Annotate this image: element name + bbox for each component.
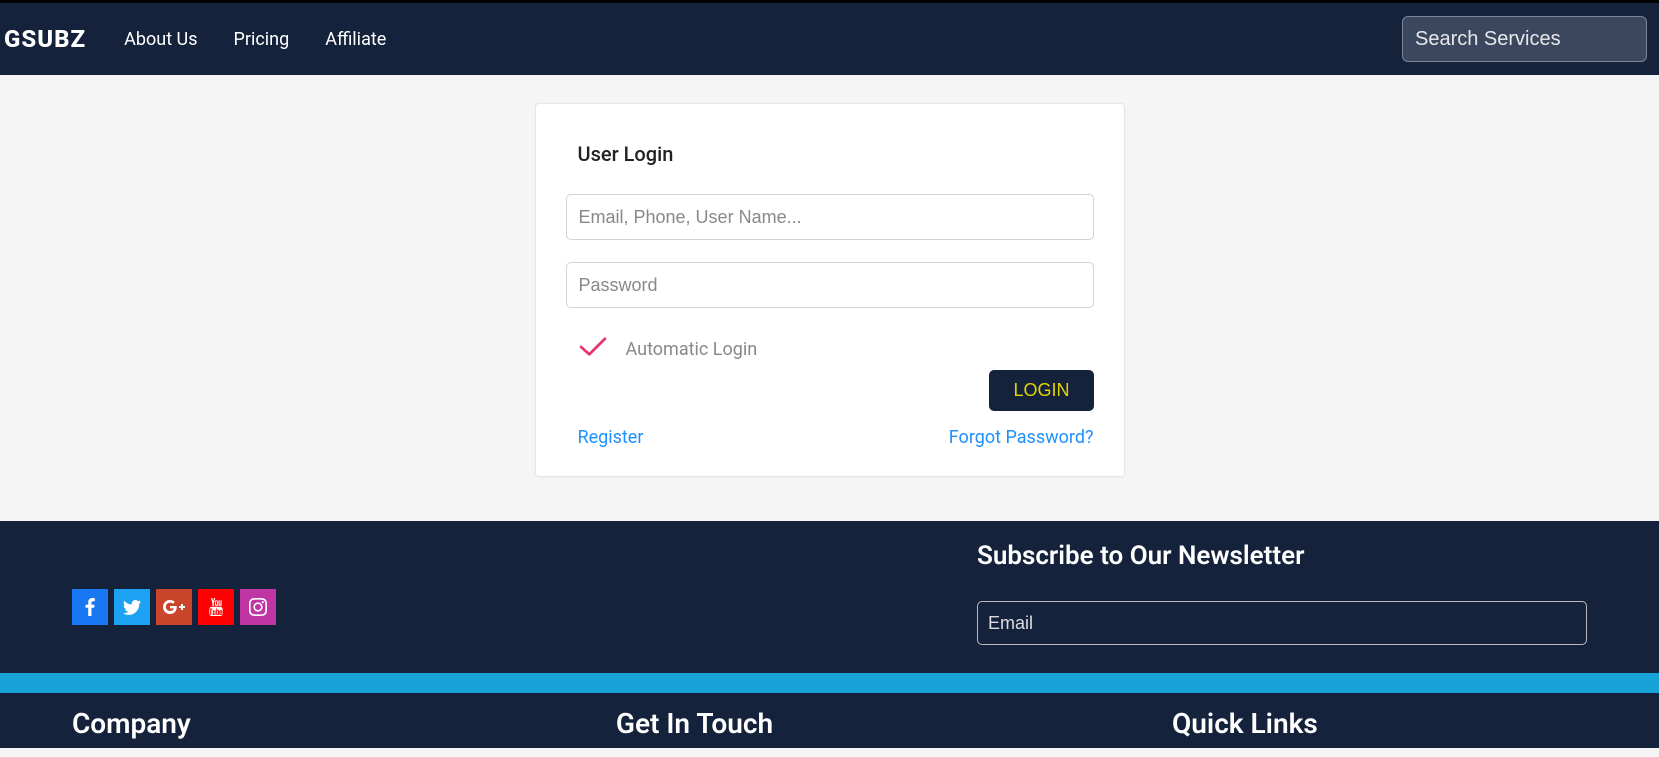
login-title: User Login (578, 142, 1094, 166)
footer-bottom: Company Get In Touch Quick Links (0, 693, 1659, 748)
footer-col-company: Company (72, 707, 487, 740)
login-button[interactable]: LOGIN (989, 370, 1093, 411)
footer-col-quick: Quick Links (902, 707, 1587, 740)
footer-col-touch: Get In Touch (487, 707, 902, 740)
nav-link-about[interactable]: About Us (124, 29, 197, 50)
check-icon (578, 336, 608, 362)
newsletter-email-input[interactable] (977, 601, 1587, 645)
main-content: User Login Automatic Login Register LOGI… (0, 75, 1659, 521)
newsletter-title: Subscribe to Our Newsletter (977, 541, 1587, 571)
auto-login-row[interactable]: Automatic Login (578, 336, 1094, 362)
search-input[interactable] (1402, 16, 1647, 62)
nav-link-affiliate[interactable]: Affiliate (325, 29, 386, 50)
company-heading: Company (72, 707, 487, 740)
register-link[interactable]: Register (578, 427, 644, 448)
footer-top: Subscribe to Our Newsletter (0, 521, 1659, 673)
facebook-icon[interactable] (72, 589, 108, 625)
quick-links-heading: Quick Links (1172, 707, 1587, 740)
instagram-icon[interactable] (240, 589, 276, 625)
password-input[interactable] (566, 262, 1094, 308)
username-input[interactable] (566, 194, 1094, 240)
get-in-touch-heading: Get In Touch (487, 707, 902, 740)
auto-login-label: Automatic Login (626, 339, 758, 360)
twitter-icon[interactable] (114, 589, 150, 625)
social-icons (72, 589, 276, 625)
navbar: GSUBZ About Us Pricing Affiliate (0, 0, 1659, 75)
social-column (72, 541, 977, 625)
forgot-password-link[interactable]: Forgot Password? (949, 427, 1094, 448)
login-card: User Login Automatic Login Register LOGI… (535, 103, 1125, 477)
search-wrap (1402, 16, 1647, 62)
nav-links: About Us Pricing Affiliate (124, 29, 386, 50)
youtube-icon[interactable] (198, 589, 234, 625)
googleplus-icon[interactable] (156, 589, 192, 625)
nav-link-pricing[interactable]: Pricing (234, 29, 290, 50)
footer-divider (0, 673, 1659, 693)
newsletter-column: Subscribe to Our Newsletter (977, 541, 1587, 645)
login-actions: Register LOGIN Forgot Password? (566, 370, 1094, 448)
brand-logo[interactable]: GSUBZ (4, 25, 106, 53)
